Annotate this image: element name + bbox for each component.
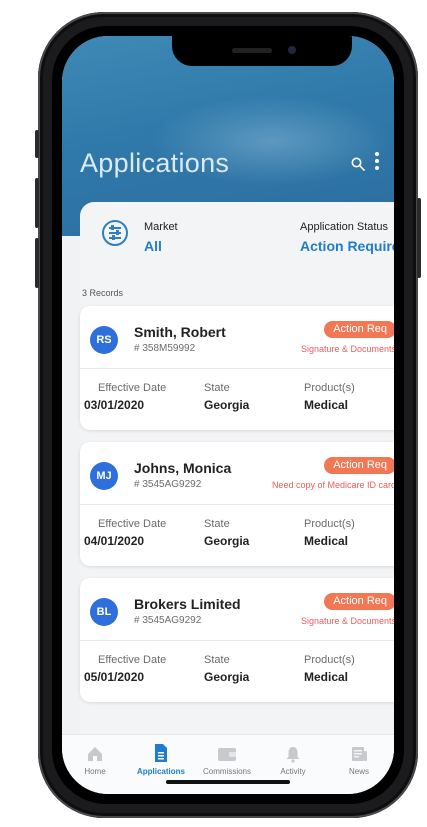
avatar: MJ <box>90 462 118 490</box>
avatar: BL <box>90 598 118 626</box>
action-note: Signature & Documents <box>300 344 394 354</box>
state-label: State <box>204 518 230 530</box>
product-label: Product(s) <box>304 518 355 530</box>
product-label: Product(s) <box>304 382 355 394</box>
state-value: Georgia <box>204 670 250 684</box>
product-value: Medical <box>304 534 349 548</box>
effective-date-label: Effective Date <box>98 654 167 666</box>
application-number: # 3545AG9292 <box>134 479 202 490</box>
tab-label: News <box>348 767 369 776</box>
status-badge: Action Req <box>324 593 394 610</box>
effective-date-value: 04/01/2020 <box>84 534 145 548</box>
tab-activity[interactable]: Activity <box>260 743 326 793</box>
product-value: Medical <box>304 670 349 684</box>
tab-news[interactable]: News <box>326 743 392 793</box>
effective-date-label: Effective Date <box>98 382 167 394</box>
home-indicator[interactable] <box>166 780 290 784</box>
filter-bar: Market All Application Status Action Req… <box>80 202 394 262</box>
phone-frame: Applications Market All Application Stat… <box>35 12 421 818</box>
page-title: Applications <box>80 148 230 178</box>
screen: Applications Market All Application Stat… <box>62 36 394 794</box>
tab-home[interactable]: Home <box>62 743 128 793</box>
volume-up-button <box>35 178 39 228</box>
card-divider <box>80 640 394 641</box>
tab-label: Activity <box>280 767 306 776</box>
status-badge: Action Req <box>324 321 394 338</box>
effective-date-label: Effective Date <box>98 518 167 530</box>
news-icon <box>352 747 367 761</box>
product-value: Medical <box>304 398 349 412</box>
state-value: Georgia <box>204 534 250 548</box>
market-dropdown[interactable]: All <box>144 238 162 254</box>
action-note: Signature & Documents <box>300 616 394 626</box>
application-number: # 3545AG9292 <box>134 615 202 626</box>
state-value: Georgia <box>204 398 250 412</box>
home-icon <box>88 747 102 761</box>
search-icon[interactable] <box>351 157 365 171</box>
more-options-icon[interactable] <box>373 152 381 176</box>
front-camera <box>288 46 296 54</box>
application-card-smith[interactable]: RS Smith, Robert # 358M59992 Action Req … <box>80 306 394 430</box>
applicant-name: Smith, Robert <box>134 324 226 340</box>
notch <box>172 36 352 66</box>
action-note: Need copy of Medicare ID card <box>271 480 394 490</box>
effective-date-value: 05/01/2020 <box>84 670 145 684</box>
application-status-label: Application Status <box>300 221 389 233</box>
tab-label: Commissions <box>202 767 251 776</box>
market-label: Market <box>144 221 178 233</box>
application-card-brokers[interactable]: BL Brokers Limited # 3545AG9292 Action R… <box>80 578 394 702</box>
applicant-name: Brokers Limited <box>134 596 241 612</box>
card-divider <box>80 504 394 505</box>
product-label: Product(s) <box>304 654 355 666</box>
avatar: RS <box>90 326 118 354</box>
wallet-icon <box>218 748 236 761</box>
state-label: State <box>204 382 230 394</box>
applicant-name: Johns, Monica <box>134 460 232 476</box>
card-divider <box>80 368 394 369</box>
application-status-dropdown[interactable]: Action Required <box>300 238 394 254</box>
status-badge: Action Req <box>324 457 394 474</box>
tab-label: Home <box>84 767 106 776</box>
tab-label: Applications <box>136 767 185 776</box>
effective-date-value: 03/01/2020 <box>84 398 145 412</box>
silent-switch <box>35 130 39 158</box>
volume-down-button <box>35 238 39 288</box>
document-icon <box>155 744 167 762</box>
filter-icon[interactable] <box>102 220 128 246</box>
bottom-tab-bar: Home Applications Commissions Activity N… <box>62 734 394 794</box>
application-card-johns[interactable]: MJ Johns, Monica # 3545AG9292 Action Req… <box>80 442 394 566</box>
bell-icon <box>286 747 300 763</box>
tab-commissions[interactable]: Commissions <box>194 743 260 793</box>
speaker-grille <box>232 48 272 53</box>
application-number: # 358M59992 <box>134 343 196 354</box>
tab-applications[interactable]: Applications <box>128 743 194 793</box>
records-count: 3 Records <box>82 288 124 298</box>
power-button <box>417 198 421 278</box>
state-label: State <box>204 654 230 666</box>
applications-panel: Market All Application Status Action Req… <box>80 202 394 762</box>
